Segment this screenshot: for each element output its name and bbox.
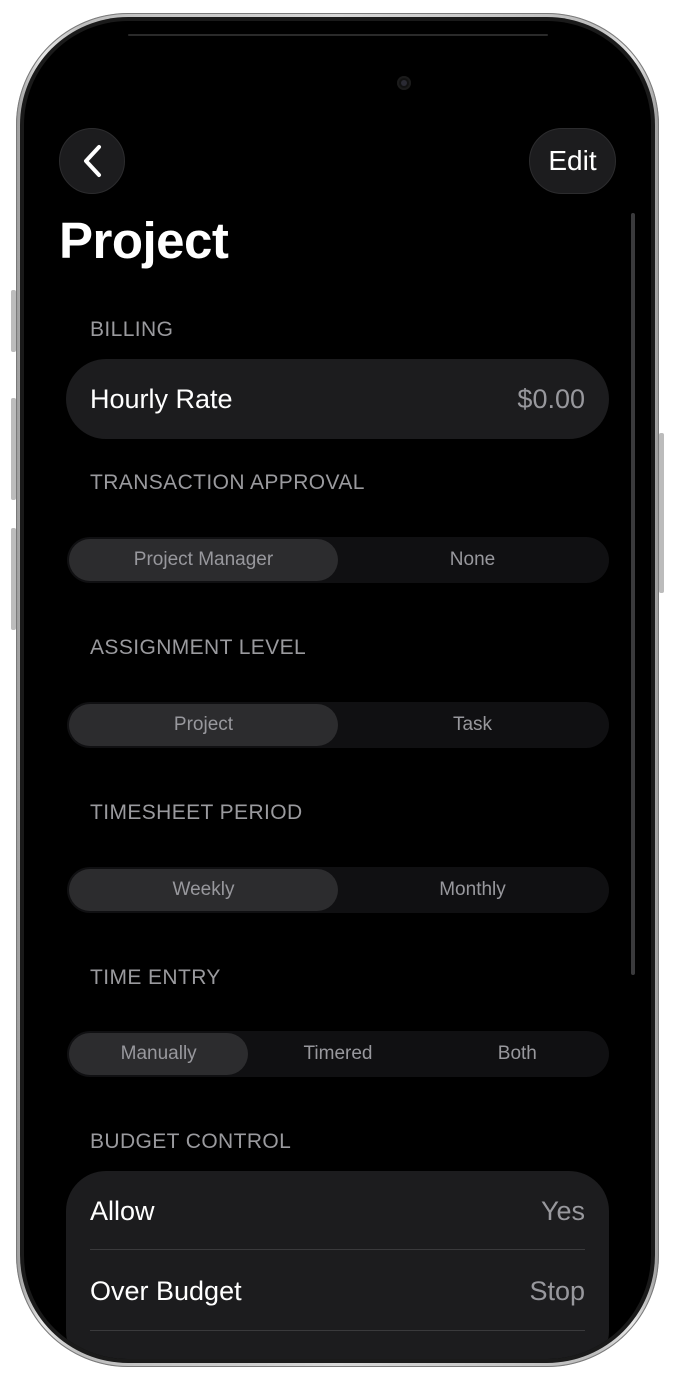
segment-weekly[interactable]: Weekly xyxy=(69,869,338,911)
hourly-rate-row[interactable]: Hourly Rate $0.00 xyxy=(90,359,585,439)
segment-project-manager[interactable]: Project Manager xyxy=(69,539,338,581)
over-budget-value: Stop xyxy=(529,1275,585,1306)
edit-button[interactable]: Edit xyxy=(529,128,616,194)
segment-monthly[interactable]: Monthly xyxy=(338,869,607,911)
segment-both[interactable]: Both xyxy=(428,1033,607,1075)
timesheet-period-control: Weekly Monthly xyxy=(67,867,609,913)
section-header-assignment-level: ASSIGNMENT LEVEL xyxy=(90,636,307,659)
hourly-rate-value: $0.00 xyxy=(517,383,585,414)
section-header-billing: BILLING xyxy=(90,318,174,341)
back-button[interactable] xyxy=(59,128,125,194)
section-header-timesheet-period: TIMESHEET PERIOD xyxy=(90,801,303,824)
power-button xyxy=(659,433,664,593)
section-header-budget-control: BUDGET CONTROL xyxy=(90,1130,292,1153)
chevron-left-icon xyxy=(84,145,101,177)
row-divider xyxy=(90,1330,585,1331)
billing-card: Hourly Rate $0.00 xyxy=(66,359,609,439)
segment-manually[interactable]: Manually xyxy=(69,1033,249,1075)
allow-label: Allow xyxy=(90,1195,155,1226)
budget-control-card: Allow Yes Over Budget Stop xyxy=(66,1171,609,1359)
assignment-level-control: Project Task xyxy=(67,702,609,748)
top-edge-line xyxy=(128,34,548,36)
section-header-transaction-approval: TRANSACTION APPROVAL xyxy=(90,471,365,494)
segment-none[interactable]: None xyxy=(338,539,607,581)
segment-task[interactable]: Task xyxy=(338,704,607,746)
camera-icon xyxy=(397,76,411,90)
allow-value: Yes xyxy=(540,1195,585,1226)
transaction-approval-control: Project Manager None xyxy=(67,537,609,583)
page-title: Project xyxy=(59,212,229,269)
hourly-rate-label: Hourly Rate xyxy=(90,383,233,414)
allow-row[interactable]: Allow Yes xyxy=(90,1171,585,1251)
segment-project[interactable]: Project xyxy=(69,704,338,746)
segment-timered[interactable]: Timered xyxy=(248,1033,427,1075)
over-budget-label: Over Budget xyxy=(90,1275,242,1306)
section-header-time-entry: TIME ENTRY xyxy=(90,966,221,989)
scrollbar[interactable] xyxy=(631,213,635,975)
over-budget-row[interactable]: Over Budget Stop xyxy=(90,1251,585,1331)
phone-screen: Edit Project BILLING Hourly Rate $0.00 T… xyxy=(24,21,651,1359)
row-divider xyxy=(90,1249,585,1250)
time-entry-control: Manually Timered Both xyxy=(67,1031,609,1077)
